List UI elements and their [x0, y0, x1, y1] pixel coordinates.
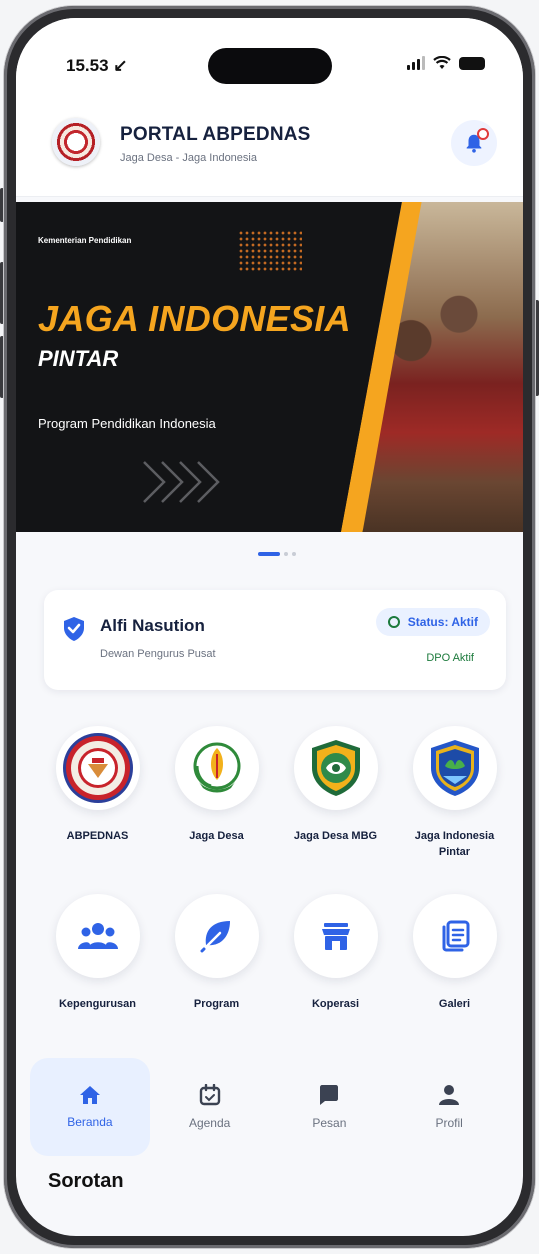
banner-caption: Program Pendidikan Indonesia [38, 416, 216, 431]
signal-icon [407, 56, 425, 70]
shield-check-icon [64, 617, 84, 641]
menu-item-jaga-indonesia-pintar[interactable]: Jaga Indonesia Pintar [395, 726, 514, 860]
status-time: 15.53 ↙ [66, 56, 128, 75]
banner-title: JAGA INDONESIA [38, 298, 351, 339]
calendar-icon [199, 1084, 220, 1106]
menu-icon-button[interactable] [412, 726, 497, 810]
nav-label: Agenda [188, 1116, 231, 1130]
menu-icon-button[interactable] [174, 894, 259, 978]
document-icon [442, 920, 469, 952]
menu-label: Jaga Desa [189, 830, 244, 842]
carousel-dot-active[interactable] [258, 552, 280, 556]
banner-dot-pattern [238, 230, 302, 272]
battery-icon [459, 56, 485, 70]
chevrons-right-icon [143, 461, 220, 503]
user-name: Alfi Nasution [100, 616, 205, 635]
app-subtitle: Jaga Desa - Jaga Indonesia [120, 152, 257, 164]
abpednas-logo-icon [62, 733, 133, 803]
store-icon [321, 923, 350, 950]
section-title: Sorotan [48, 1170, 124, 1192]
app-menu-row-2: Kepengurusan Program Koperasi Galeri [38, 894, 514, 1012]
screen: 15.53 ↙ PORTAL ABPEDNAS Jaga Desa - Jaga… [16, 18, 523, 1236]
nav-label: Beranda [67, 1115, 113, 1129]
nav-pesan[interactable]: Pesan [270, 1058, 390, 1156]
notification-badge [477, 128, 489, 140]
menu-item-jaga-desa[interactable]: Jaga Desa [157, 726, 276, 860]
menu-item-kepengurusan[interactable]: Kepengurusan [38, 894, 157, 1012]
jaga-indonesia-pintar-logo-icon [430, 740, 479, 796]
banner-kicker: Kementerian Pendidikan [38, 236, 132, 245]
menu-icon-button[interactable] [412, 894, 497, 978]
menu-label: Jaga Desa MBG [293, 830, 378, 842]
power-button[interactable] [535, 300, 539, 396]
app-title: PORTAL ABPEDNAS [120, 124, 311, 145]
menu-label: Galeri [438, 998, 471, 1010]
user-icon [439, 1085, 460, 1105]
banner-subtitle: PINTAR [38, 346, 119, 371]
leaf-icon [200, 921, 230, 953]
status-text: Status: Aktif [407, 615, 478, 629]
nav-profil[interactable]: Profil [389, 1058, 509, 1156]
menu-icon-button[interactable] [55, 894, 140, 978]
menu-label: Kepengurusan [58, 998, 136, 1010]
phone-frame: 15.53 ↙ PORTAL ABPEDNAS Jaga Desa - Jaga… [4, 6, 535, 1248]
promo-banner[interactable]: Kementerian Pendidikan JAGA INDONESIA PI… [16, 202, 523, 532]
menu-label: Jaga Indonesia Pintar [414, 830, 495, 858]
status-subtext: DPO Aktif [426, 652, 474, 664]
message-icon [320, 1085, 339, 1105]
bottom-navigation: Beranda Agenda Pesan Profil [30, 1058, 509, 1156]
status-icons [407, 56, 485, 70]
menu-item-koperasi[interactable]: Koperasi [276, 894, 395, 1012]
menu-icon-button[interactable] [55, 726, 140, 810]
menu-icon-button[interactable] [293, 894, 378, 978]
app-header: PORTAL ABPEDNAS Jaga Desa - Jaga Indones… [16, 88, 523, 197]
nav-label: Profil [435, 1116, 463, 1130]
jaga-desa-logo-icon [193, 742, 240, 793]
carousel-dot[interactable] [284, 552, 288, 556]
menu-item-galeri[interactable]: Galeri [395, 894, 514, 1012]
nav-label: Pesan [312, 1116, 347, 1130]
menu-icon-button[interactable] [174, 726, 259, 810]
menu-item-abpednas[interactable]: ABPEDNAS [38, 726, 157, 860]
menu-label: Program [193, 998, 240, 1010]
nav-beranda[interactable]: Beranda [30, 1058, 150, 1156]
menu-icon-button[interactable] [293, 726, 378, 810]
jaga-desa-mbg-logo-icon [311, 740, 360, 796]
status-bar: 15.53 ↙ [16, 18, 523, 88]
menu-item-program[interactable]: Program [157, 894, 276, 1012]
carousel-indicator[interactable] [258, 552, 296, 556]
nav-agenda[interactable]: Agenda [150, 1058, 270, 1156]
abpednas-logo-icon [52, 118, 100, 166]
people-icon [77, 923, 118, 949]
home-icon [79, 1086, 100, 1104]
menu-label: Koperasi [311, 998, 360, 1010]
wifi-icon [433, 56, 451, 69]
status-indicator-icon [387, 616, 400, 628]
user-status-card[interactable]: Alfi Nasution Dewan Pengurus Pusat Statu… [44, 590, 506, 690]
user-role: Dewan Pengurus Pusat [100, 648, 216, 660]
dynamic-island [208, 48, 332, 84]
app-menu-row-1: ABPEDNAS Jaga Desa Jaga Desa MBG Jaga In… [38, 726, 514, 860]
status-badge: Status: Aktif [375, 608, 490, 636]
notification-button[interactable] [451, 120, 497, 166]
menu-item-jaga-desa-mbg[interactable]: Jaga Desa MBG [276, 726, 395, 860]
carousel-dot[interactable] [292, 552, 296, 556]
menu-label: ABPEDNAS [66, 830, 129, 842]
